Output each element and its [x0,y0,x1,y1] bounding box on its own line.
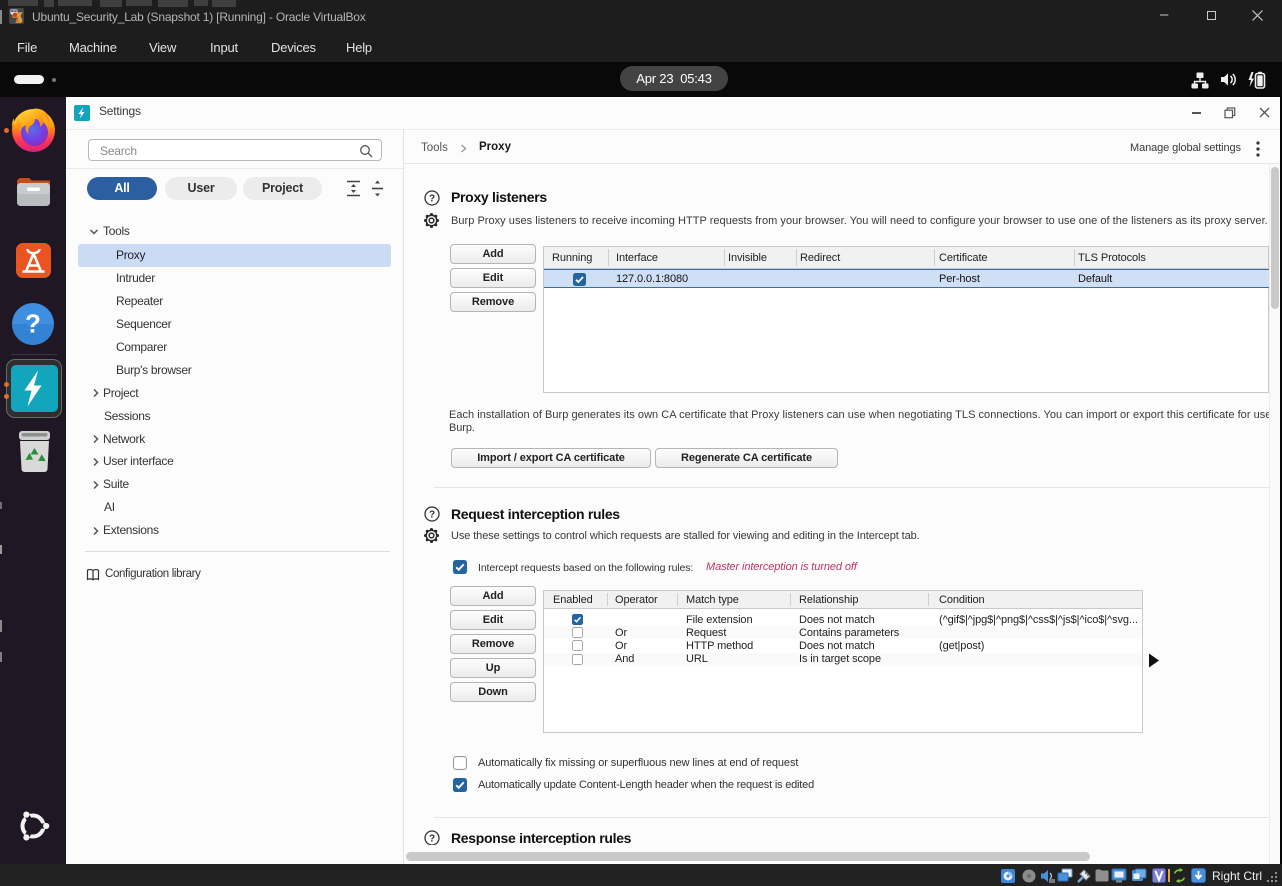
svg-text:?: ? [429,194,435,205]
svg-text:?: ? [429,510,435,521]
svg-text:?: ? [25,309,41,339]
svg-text:?: ? [429,834,435,845]
